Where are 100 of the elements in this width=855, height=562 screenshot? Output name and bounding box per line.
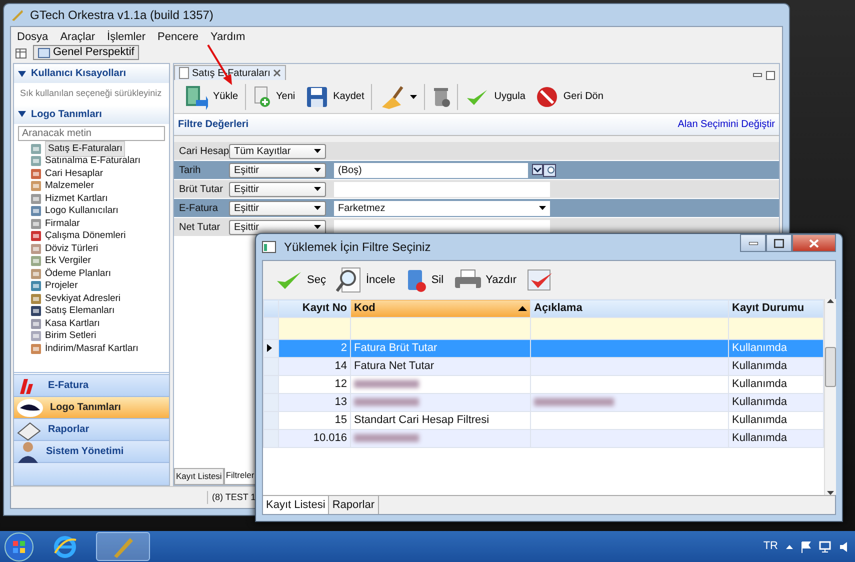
caret-icon [314,225,321,229]
perspective-button[interactable]: Genel Perspektif [33,45,140,60]
toolbar-button[interactable]: Geri Dön [532,82,608,112]
operator-dropdown[interactable]: Eşittir [229,182,326,196]
toolbar-button[interactable]: Uygula [461,82,530,112]
minimize-button[interactable] [740,234,766,252]
item-icon [30,218,42,230]
tree-item[interactable]: Cari Hesaplar [45,166,104,181]
tree-item[interactable]: Satınalma E-Faturaları [45,154,141,168]
item-icon [30,142,42,155]
window-icon [262,241,276,253]
menu-item[interactable]: Pencere [158,29,199,42]
language-indicator[interactable]: TR [763,538,778,555]
table-cell: Kullanımda [728,340,824,358]
tree-item[interactable]: Satış E-Faturaları [45,140,126,157]
check-mark-icon [526,267,553,293]
item-icon [30,268,42,280]
operator-dropdown[interactable]: Tüm Kayıtlar [229,144,326,158]
toolbar-button[interactable]: Kaydet [302,82,368,112]
tree-item[interactable]: Projeler [45,279,78,294]
column-header[interactable]: Kod [350,300,530,318]
toolbar-button[interactable]: Yükle [180,82,242,112]
trash-can-icon [432,86,450,108]
nav-button[interactable]: Raporlar [14,419,169,441]
tree-item[interactable]: Kasa Kartları [45,316,100,331]
table-cell: 13 [278,394,350,412]
section-header[interactable]: Logo Tanımları [14,104,169,124]
maximize-button[interactable] [766,234,792,252]
item-icon [30,342,42,355]
tree-item[interactable]: Sevkiyat Adresleri [45,292,121,306]
nav-button[interactable]: Sistem Yönetimi [14,441,169,463]
table-cell: 2 [278,340,350,358]
window-icon [38,48,50,58]
item-icon [30,330,42,342]
field-label: Brüt Tutar [179,182,224,196]
toolbar-button[interactable]: Yeni [249,82,300,112]
operator-dropdown[interactable]: Eşittir [229,200,326,216]
close-icon [809,238,819,248]
column-header[interactable]: Açıklama [530,300,728,318]
eye-icon [16,398,44,418]
nav-button[interactable]: E-Fatura [14,375,169,397]
section-title: Filtre Değerleri [178,118,249,132]
column-header[interactable]: Kayıt No [278,300,350,318]
tree-item[interactable]: Çalışma Dönemleri [45,229,126,244]
value-field[interactable] [334,220,550,234]
tab[interactable]: Kayıt Listesi [174,468,224,485]
minimize-icon[interactable] [753,71,762,79]
approve-button[interactable] [524,267,555,293]
tree-item[interactable]: Ek Vergiler [45,254,91,268]
dropdown-icon[interactable] [532,164,543,174]
item-icon [30,205,42,218]
value-field[interactable]: (Boş) [334,162,528,178]
item-icon [30,155,42,168]
menu-item[interactable]: Dosya [17,29,48,42]
value-dropdown[interactable]: Farketmez [334,200,550,216]
field-label: Net Tutar [179,220,222,234]
section-header[interactable]: Kullanıcı Kısayolları [14,64,169,83]
tree-item[interactable]: Satış Elemanları [45,304,115,318]
perspective-icon[interactable] [15,46,27,58]
tree-item[interactable]: Döviz Türleri [45,242,98,256]
window-title: GTech Orkestra v1.1a (build 1357) [30,7,214,24]
menu-item[interactable]: Yardım [210,29,246,42]
column-header[interactable]: Kayıt Durumu [728,300,824,318]
speaker-icon[interactable] [839,540,849,552]
close-button[interactable] [792,234,836,252]
tree-item[interactable]: Malzemeler [45,179,94,194]
item-icon [30,305,42,318]
operator-dropdown[interactable]: Eşittir [229,220,326,234]
flag-icon[interactable] [801,540,811,552]
menu-item[interactable]: Araçlar [60,29,96,42]
stop-sign-icon [536,86,558,108]
network-icon[interactable] [819,540,831,552]
value-field[interactable] [334,182,550,196]
tree-item[interactable]: Firmalar [45,216,80,231]
tab[interactable]: Filtreler [224,468,256,485]
maximize-icon[interactable] [766,71,775,80]
tree-item[interactable]: Hizmet Kartları [45,192,108,206]
tree-item[interactable]: Logo Kullanıcıları [45,204,118,218]
calendar-icon[interactable] [543,164,556,176]
toolbar-button[interactable]: İncele [334,266,398,294]
toolbar-button[interactable]: Seç [273,269,328,291]
tree-item[interactable]: Ödeme Planları [45,266,112,281]
tree-item[interactable]: Birim Setleri [45,329,96,344]
start-button[interactable] [4,532,34,562]
nav-button[interactable]: Logo Tanımları [14,397,169,419]
search-field[interactable]: Aranacak metin [18,126,165,140]
operator-dropdown[interactable]: Eşittir [229,162,326,178]
field-selection-link[interactable]: Alan Seçimini Değiştir [678,117,775,132]
toolbar-button[interactable]: Sil [403,267,446,293]
tab[interactable]: Kayıt Listesi [263,496,330,514]
table-cell: Fatura Net Tutar [350,358,530,376]
item-icon [30,280,42,292]
table-cell: 14 [278,358,350,376]
menu-item[interactable]: İşlemler [107,29,146,42]
tree-item[interactable]: İndirim/Masraf Kartları [45,342,138,356]
toolbar-button[interactable]: Yazdır [452,268,519,292]
tab[interactable]: Raporlar [329,496,378,514]
close-icon[interactable] [273,69,282,77]
show-hidden-icon[interactable] [786,544,793,548]
scroll-thumb[interactable] [825,347,836,387]
